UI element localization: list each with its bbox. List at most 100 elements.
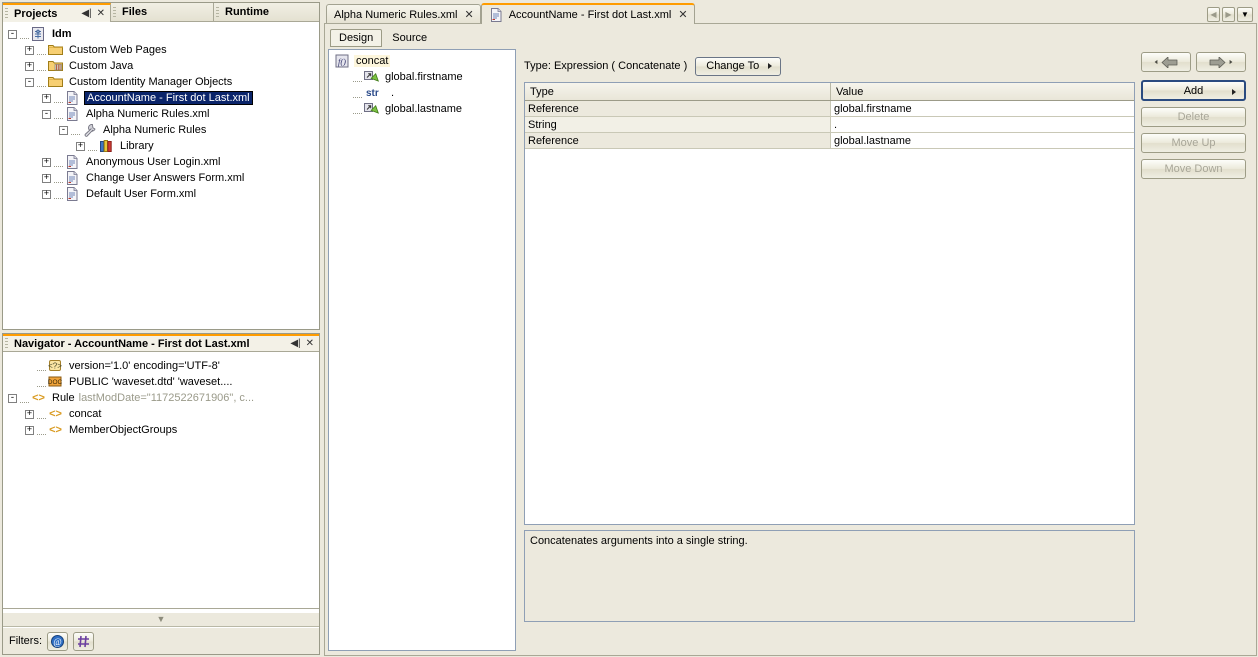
tree-node[interactable]: + Library [3,138,319,154]
at-filter-icon: @ [51,634,64,648]
move-down-button[interactable]: Move Down [1141,159,1246,179]
delete-button[interactable]: Delete [1141,107,1246,127]
tree-node[interactable]: - Custom Identity Manager Objects [3,74,319,90]
expand-toggle-icon[interactable]: + [25,425,34,435]
tree-node-label: PUBLIC 'waveset.dtd' 'waveset.... [69,376,233,388]
tree-node[interactable]: <?> version='1.0' encoding='UTF-8' [3,358,319,374]
tree-connector [20,394,29,403]
back-dropdown-icon [1154,59,1158,65]
navigator-collapse-strip[interactable]: ▼ [3,613,319,627]
tree-connector [71,126,80,135]
expression-tree-node[interactable]: global.lastname [329,101,515,117]
expand-toggle-icon[interactable]: + [42,157,51,167]
collapse-toggle-icon[interactable]: - [8,393,17,403]
projects-tree[interactable]: - Idm + Custom Web Pages + Custom Java - Custom… [3,23,319,329]
collapse-toggle-icon[interactable]: - [25,77,34,87]
editor-tab[interactable]: AccountName - First dot Last.xml ✕ [480,3,695,24]
minimize-icon[interactable]: ◀| [290,338,300,349]
cell-value[interactable]: global.lastname [831,133,1134,149]
add-button[interactable]: Add [1141,80,1246,101]
tab-design[interactable]: Design [330,29,383,47]
expression-tree-node-label: global.firstname [385,71,463,83]
tree-node-label: Anonymous User Login.xml [86,156,221,168]
tab-source-label: Source [392,32,428,44]
tree-node[interactable]: + Custom Web Pages [3,42,319,58]
delete-button-label: Delete [1177,111,1210,123]
arguments-table-body[interactable]: Reference global.firstname String. Referenc… [525,101,1134,149]
close-icon[interactable]: ✕ [678,8,687,21]
tree-connector [37,426,46,435]
navigator-tree[interactable]: <?> version='1.0' encoding='UTF-8' DOC PUBL… [3,355,319,609]
right-arrow-icon: ▶ [1225,10,1232,19]
collapse-toggle-icon[interactable]: - [42,109,51,119]
tree-connector [353,89,362,98]
change-to-button[interactable]: Change To [695,56,782,76]
close-icon[interactable]: ✕ [97,8,105,19]
tree-node[interactable]: + <> concat [3,406,319,422]
tree-connector [20,30,29,39]
close-icon[interactable]: ✕ [464,8,473,21]
tree-node[interactable]: - Alpha Numeric Rules.xml [3,106,319,122]
table-row[interactable]: Reference global.firstname [525,101,1134,117]
cell-value[interactable]: global.firstname [831,101,1134,117]
table-row[interactable]: String. [525,117,1134,133]
expression-tree-panel[interactable]: f() concat global.firstname str. global.last… [328,49,516,651]
tree-node[interactable]: + Change User Answers Form.xml [3,170,319,186]
expand-toggle-icon[interactable]: + [42,189,51,199]
tab-projects[interactable]: Projects ◀| ✕ [3,3,111,22]
ide-window: Projects ◀| ✕ Files Runtime - Idm + Custom … [0,0,1258,657]
expression-tree-node[interactable]: global.firstname [329,69,515,85]
collapse-toggle-icon[interactable]: - [8,29,17,39]
move-up-button[interactable]: Move Up [1141,133,1246,153]
tree-node[interactable]: - Idm [3,26,319,42]
expression-type-label: Type: Expression ( Concatenate ) [524,60,688,72]
forward-dropdown-icon [1229,59,1233,65]
tree-node[interactable]: DOC PUBLIC 'waveset.dtd' 'waveset.... [3,374,319,390]
grid-filter-icon-button[interactable] [73,631,94,651]
column-header-value[interactable]: Value [831,83,1134,100]
tree-connector [88,142,97,151]
expand-toggle-icon[interactable]: + [25,409,34,419]
expand-toggle-icon[interactable]: + [76,141,85,151]
expand-toggle-icon[interactable]: + [42,93,51,103]
expression-tree-node[interactable]: str. [329,85,515,101]
cell-value[interactable]: . [831,117,1134,133]
tabstrip-scroll-right-button[interactable]: ▶ [1222,7,1235,22]
close-icon[interactable]: ✕ [306,338,314,349]
tab-runtime[interactable]: Runtime [214,3,319,22]
cell-type[interactable]: Reference [525,133,831,149]
at-filter-icon-button[interactable]: @ [47,631,68,651]
expand-toggle-icon[interactable]: + [25,45,34,55]
tree-node[interactable]: + Anonymous User Login.xml [3,154,319,170]
forward-button[interactable] [1196,52,1246,72]
tree-node[interactable]: - Alpha Numeric Rules [3,122,319,138]
expression-tree-node[interactable]: f() concat [329,53,515,69]
tree-node[interactable]: + <> MemberObjectGroups [3,422,319,438]
table-row[interactable]: Reference global.lastname [525,133,1134,149]
tabstrip-scroll-left-button[interactable]: ◀ [1207,7,1220,22]
collapse-toggle-icon[interactable]: - [59,125,68,135]
tree-connector [54,174,63,183]
editor-subtabs: Design Source [330,28,435,47]
cell-type[interactable]: String [525,117,831,133]
minimize-icon[interactable]: ◀| [81,8,91,19]
function-icon: f() [335,54,351,68]
tree-node-label: Custom Java [69,60,134,72]
expand-toggle-icon[interactable]: + [25,61,34,71]
editor-tab[interactable]: Alpha Numeric Rules.xml ✕ [326,4,481,24]
move-up-button-label: Move Up [1171,137,1216,149]
tree-node[interactable]: + Default User Form.xml [3,186,319,202]
column-header-type[interactable]: Type [525,83,831,100]
expression-tree[interactable]: f() concat global.firstname str. global.last… [329,50,515,117]
cell-type[interactable]: Reference [525,101,831,117]
tree-node[interactable]: - <> Rule lastModDate="1172522671906", c... [3,390,319,406]
arguments-table[interactable]: Type Value Reference global.firstname Stri… [524,82,1135,525]
tree-node-label: concat [69,408,102,420]
back-button[interactable] [1141,52,1191,72]
expand-toggle-icon[interactable]: + [42,173,51,183]
tree-node[interactable]: + Custom Java [3,58,319,74]
tree-node[interactable]: + AccountName - First dot Last.xml [3,90,319,106]
tab-source[interactable]: Source [384,29,435,47]
tabstrip-dropdown-button[interactable]: ▼ [1237,7,1253,22]
tab-files[interactable]: Files [111,3,214,22]
